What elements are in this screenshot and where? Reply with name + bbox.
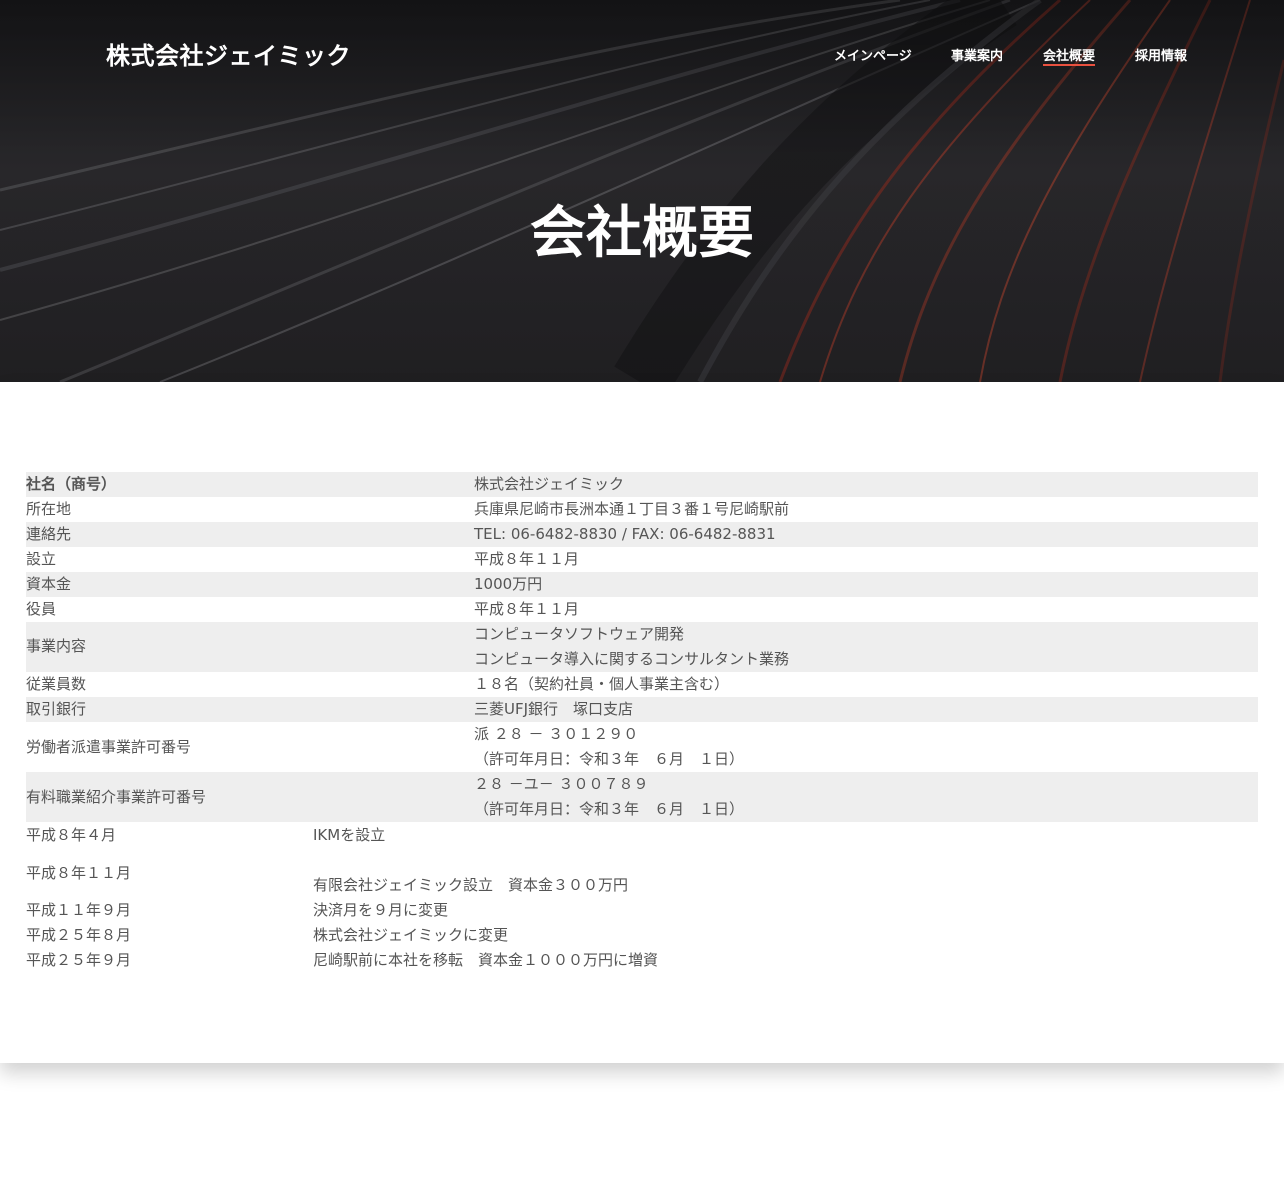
row-value: TEL: 06-6482-8830 / FAX: 06-6482-8831 xyxy=(474,525,776,543)
row-label: 連絡先 xyxy=(26,525,72,543)
nav-item-label: 採用情報 xyxy=(1135,49,1188,64)
history-event: 尼崎駅前に本社を移転 資本金１０００万円に増資 xyxy=(313,951,659,969)
row-label: 有料職業紹介事業許可番号 xyxy=(26,788,207,806)
row-value: 株式会社ジェイミック xyxy=(474,475,625,493)
nav-item-business[interactable]: 事業案内 xyxy=(951,45,1003,65)
history-event: 有限会社ジェイミック設立 資本金３００万円 xyxy=(313,876,629,894)
table-row: 事業内容 コンピュータソフトウェア開発 コンピュータ導入に関するコンサルタント業… xyxy=(26,622,1258,672)
nav-item-company-profile[interactable]: 会社概要 xyxy=(1043,45,1096,66)
row-value: １８名（契約社員・個人事業主含む） xyxy=(474,675,730,693)
table-row: 取引銀行 三菱UFJ銀行 塚口支店 xyxy=(26,697,1258,722)
table-row: 労働者派遣事業許可番号 派 ２８ － ３０１２９０ （許可年月日：令和３年 ６月… xyxy=(26,722,1258,772)
row-label: 所在地 xyxy=(26,500,72,518)
nav-active-indicator xyxy=(1043,64,1096,66)
table-row: 社名（商号） 株式会社ジェイミック xyxy=(26,472,1258,497)
history-date: 平成２５年８月 xyxy=(26,926,132,944)
row-label: 事業内容 xyxy=(26,637,87,655)
nav-item-recruit[interactable]: 採用情報 xyxy=(1135,45,1187,65)
table-row: 連絡先 TEL: 06-6482-8830 / FAX: 06-6482-883… xyxy=(26,522,1258,547)
table-row: 資本金 1000万円 xyxy=(26,572,1258,597)
row-label: 取引銀行 xyxy=(26,700,87,718)
nav-item-label: メインページ xyxy=(834,49,912,64)
row-label: 役員 xyxy=(26,600,57,618)
row-label: 設立 xyxy=(26,550,57,568)
row-value: 平成８年１１月 xyxy=(474,600,580,618)
table-row: 役員 平成８年１１月 xyxy=(26,597,1258,622)
row-value: コンピュータソフトウェア開発 xyxy=(474,625,685,643)
row-value-line-2: （許可年月日：令和３年 ６月 １日） xyxy=(474,800,745,818)
nav-item-main-page[interactable]: メインページ xyxy=(834,45,912,65)
row-value: 派 ２８ － ３０１２９０ xyxy=(474,725,639,743)
history-event: 決済月を９月に変更 xyxy=(313,901,449,919)
history-event: IKMを設立 xyxy=(313,826,386,844)
row-value: 兵庫県尼崎市長洲本通１丁目３番１号尼崎駅前 xyxy=(474,500,790,518)
row-label: 資本金 xyxy=(26,575,72,593)
brand-logo-text[interactable]: 株式会社ジェイミック xyxy=(106,36,351,71)
history-date: 平成１１年９月 xyxy=(26,901,132,919)
row-value-line-2: （許可年月日：令和３年 ６月 １日） xyxy=(474,750,745,768)
nav-item-label: 会社概要 xyxy=(1043,49,1096,64)
row-label: 労働者派遣事業許可番号 xyxy=(26,738,192,756)
table-row: 有料職業紹介事業許可番号 ２８ －ユ－ ３００７８９ （許可年月日：令和３年 ６… xyxy=(26,772,1258,822)
row-value: 1000万円 xyxy=(474,575,543,593)
row-value: 三菱UFJ銀行 塚口支店 xyxy=(474,700,634,718)
row-value: 平成８年１１月 xyxy=(474,550,580,568)
table-row: 従業員数 １８名（契約社員・個人事業主含む） xyxy=(26,672,1258,697)
history-event: 株式会社ジェイミックに変更 xyxy=(313,926,509,944)
table-row: 設立 平成８年１１月 xyxy=(26,547,1258,572)
row-value: ２８ －ユ－ ３００７８９ xyxy=(474,775,649,793)
table-row: 所在地 兵庫県尼崎市長洲本通１丁目３番１号尼崎駅前 xyxy=(26,497,1258,522)
hero-banner: 株式会社ジェイミック メインページ 事業案内 会社概要 採用情報 会社概要 xyxy=(0,0,1284,382)
history-date: 平成２５年９月 xyxy=(26,951,132,969)
page-title: 会社概要 xyxy=(530,201,754,266)
nav-item-label: 事業案内 xyxy=(951,49,1004,64)
row-label: 社名（商号） xyxy=(26,475,117,493)
row-value-line-2: コンピュータ導入に関するコンサルタント業務 xyxy=(474,650,790,668)
row-label: 従業員数 xyxy=(26,675,87,693)
history-date: 平成８年１１月 xyxy=(26,864,132,882)
history-date: 平成８年４月 xyxy=(26,826,117,844)
